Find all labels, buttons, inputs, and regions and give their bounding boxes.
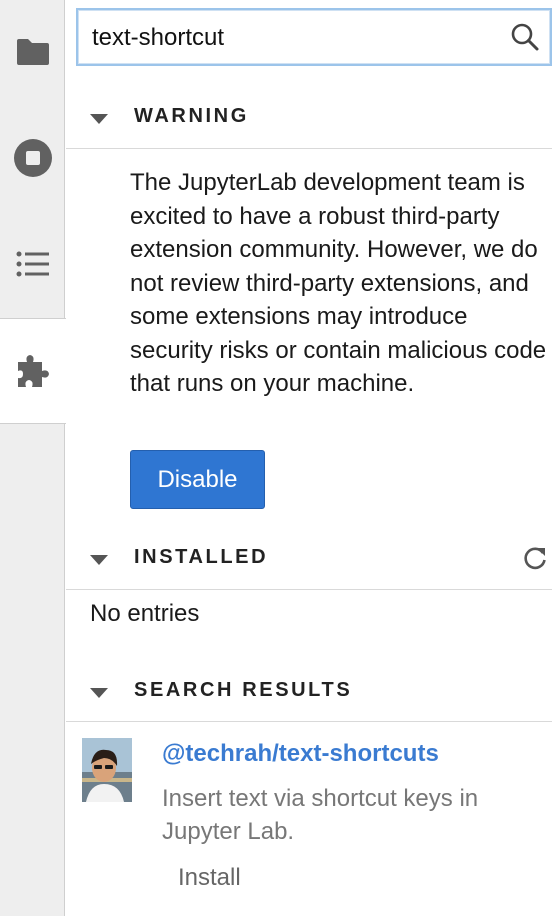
table-of-contents-tab[interactable] — [0, 212, 65, 316]
search-results-section-header[interactable]: SEARCH RESULTS — [66, 666, 552, 714]
extension-manager-panel: WARNING The JupyterLab development team … — [66, 0, 552, 916]
activity-bar — [0, 0, 66, 916]
disable-button[interactable]: Disable — [130, 450, 265, 509]
refresh-icon[interactable] — [522, 545, 548, 576]
installed-empty-text: No entries — [90, 600, 200, 627]
search-input[interactable] — [92, 20, 492, 56]
divider — [66, 148, 552, 149]
list-icon — [16, 250, 50, 278]
extension-manager-tab[interactable] — [0, 318, 66, 424]
extension-name-link[interactable]: @techrah/text-shortcuts — [162, 740, 439, 768]
avatar — [82, 738, 132, 802]
install-button[interactable]: Install — [178, 864, 241, 892]
search-box — [76, 8, 552, 66]
section-title-warning: WARNING — [134, 104, 249, 127]
running-sessions-tab[interactable] — [0, 106, 65, 210]
section-title-installed: INSTALLED — [134, 545, 269, 568]
warning-message: The JupyterLab development team is excit… — [130, 169, 547, 397]
list-item: @techrah/text-shortcuts Insert text via … — [82, 738, 552, 908]
extension-description: Insert text via shortcut keys in Jupyter… — [162, 785, 479, 845]
divider — [66, 589, 552, 590]
file-browser-tab[interactable] — [0, 0, 65, 104]
folder-icon — [15, 37, 51, 67]
installed-section-header[interactable]: INSTALLED — [66, 533, 552, 581]
puzzle-icon — [14, 352, 52, 390]
caret-down-icon — [90, 685, 108, 703]
warning-section-header[interactable]: WARNING — [66, 92, 552, 140]
caret-down-icon — [90, 111, 108, 129]
search-icon[interactable] — [510, 22, 540, 57]
divider — [66, 721, 552, 722]
caret-down-icon — [90, 552, 108, 570]
stop-circle-icon — [13, 138, 53, 178]
section-title-search-results: SEARCH RESULTS — [134, 678, 353, 701]
